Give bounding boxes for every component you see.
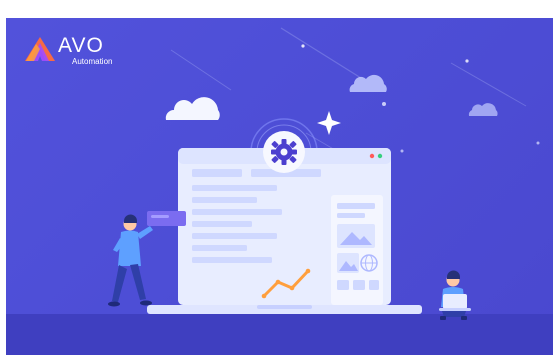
star-dot [536,141,540,145]
sparkle-icon [317,111,341,135]
illustration-scene [108,27,540,320]
star-dot [400,149,404,153]
person-right [439,270,471,320]
star-dot [382,102,386,106]
window-dot-red [369,153,375,159]
small-laptop [443,294,467,309]
star-dot [465,59,469,63]
star-dot [301,44,305,48]
laptop-notch [257,305,312,309]
cloud-icon [165,97,220,120]
hero-banner: AVO Automation [6,18,553,355]
window-dot-green [377,153,383,159]
cloud-icon [468,103,498,116]
background-streaks [170,27,527,169]
image-placeholder-icon [337,224,375,248]
image-placeholder-icon [337,253,359,273]
cloud-icon [349,74,387,92]
person-left [108,211,186,307]
held-panel [147,211,186,226]
gear-icon [263,131,305,173]
image-frame: AVO Automation [0,0,559,355]
